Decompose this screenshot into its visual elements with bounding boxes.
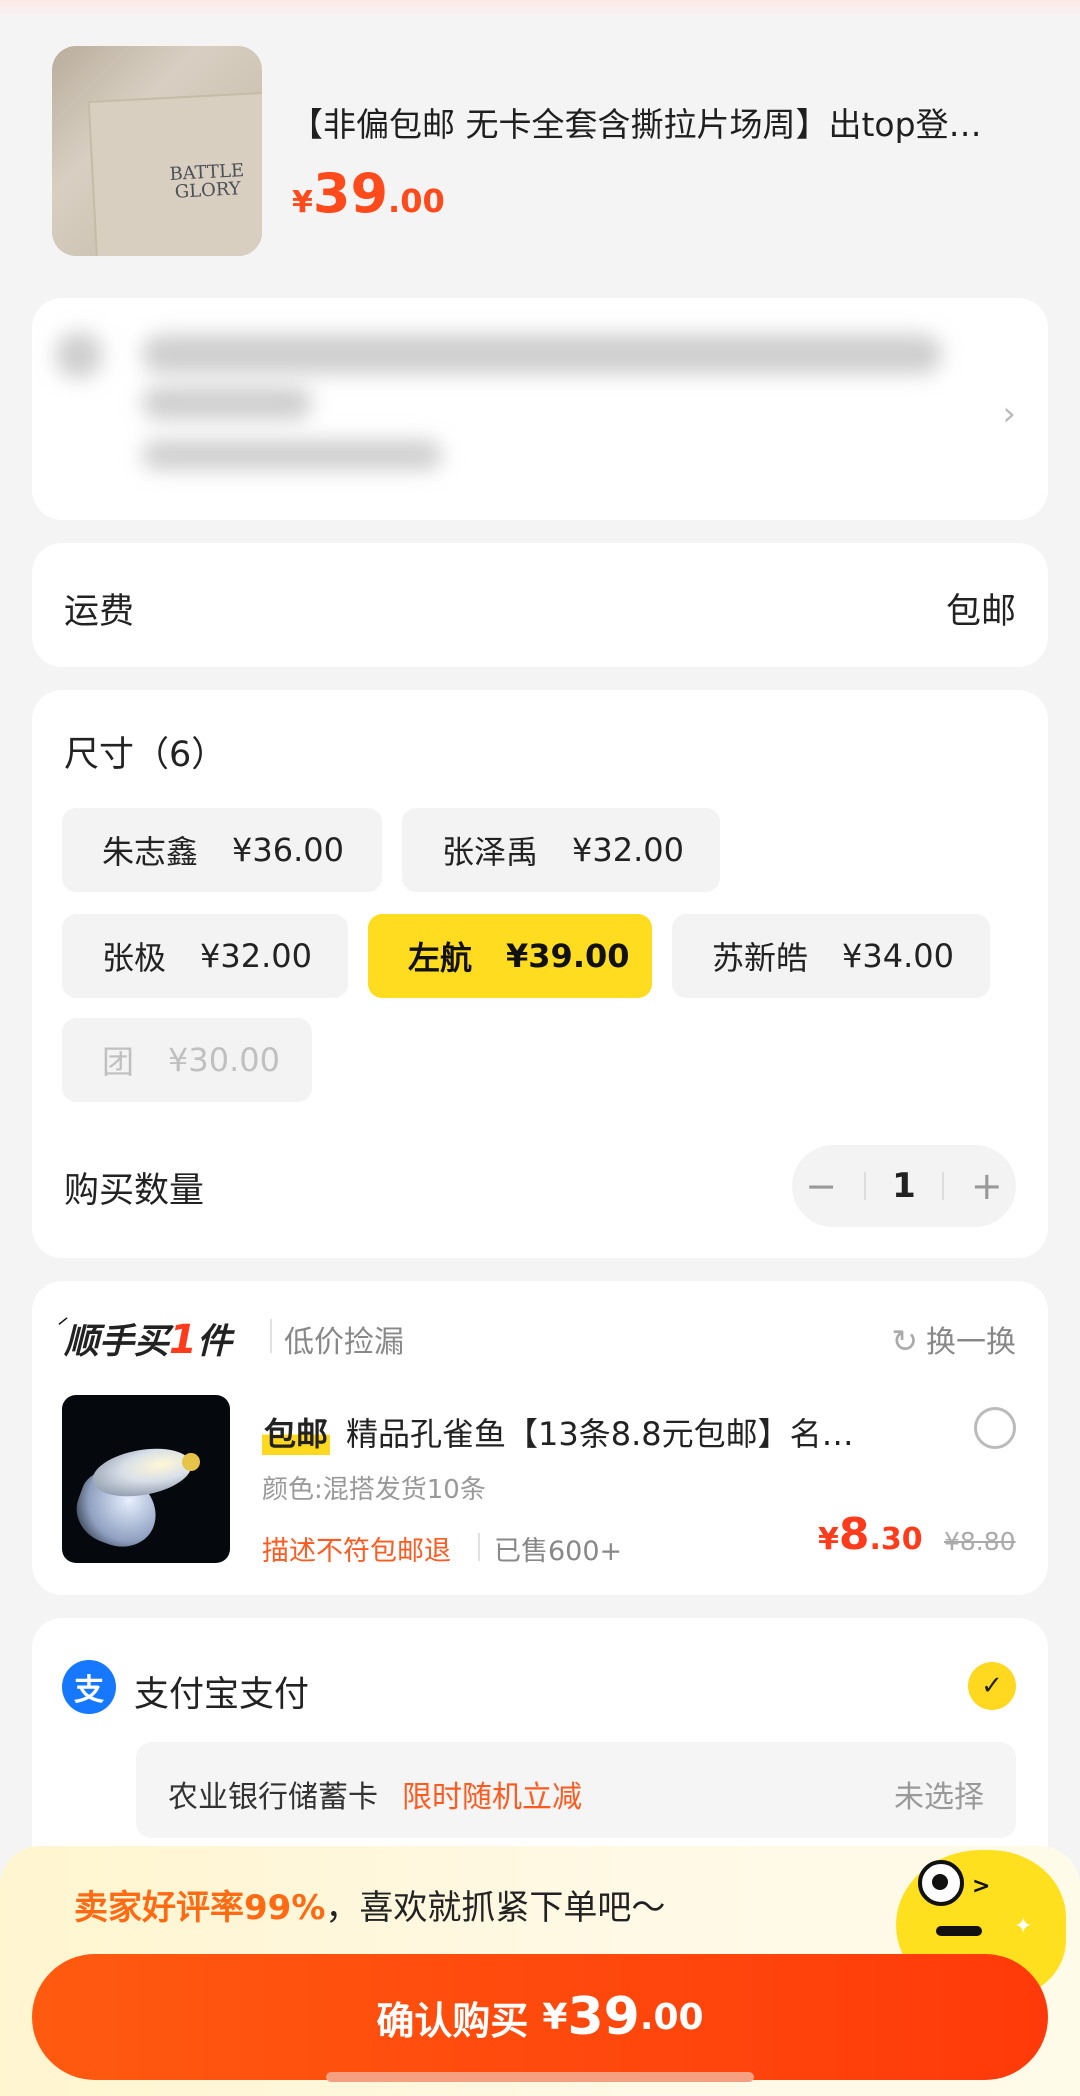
size-option-zhangzeyu[interactable]: 张泽禹 ¥32.00	[402, 808, 720, 892]
contact-blurred	[142, 440, 442, 470]
confirm-label: 确认购买	[376, 1998, 529, 2043]
size-option-price: ¥32.00	[200, 937, 312, 975]
location-icon-blurred	[56, 332, 102, 378]
quantity-value[interactable]: 1	[892, 1166, 916, 1206]
promo-highlight: 卖家好评率99%	[74, 1888, 326, 1928]
free-shipping-badge: 包邮	[262, 1409, 331, 1455]
shipping-row: 运费 包邮	[32, 543, 1048, 667]
product-image: BATTLE GLORY	[52, 46, 262, 256]
bank-card-promo: 限时随机立减	[402, 1780, 582, 1815]
refresh-icon: ↻	[891, 1322, 918, 1360]
address-line2-blurred	[142, 386, 312, 420]
addon-product-spec: 颜色:混搭发货10条	[262, 1475, 486, 1505]
payment-card: 支 支付宝支付 ✓ 农业银行储蓄卡 限时随机立减 未选择	[32, 1618, 1048, 1878]
mascot-mouth	[936, 1926, 982, 1936]
confirm-purchase-button[interactable]: 确认购买 ¥39.00	[32, 1954, 1048, 2080]
shipping-value: 包邮	[945, 592, 1016, 632]
size-option-name: 张泽禹	[442, 833, 539, 871]
sparkle-icon: ✦	[1014, 1914, 1033, 1939]
swap-label: 换一换	[926, 1325, 1016, 1360]
stepper-divider	[942, 1172, 945, 1200]
alipay-icon: 支	[62, 1660, 116, 1714]
confirm-currency: ¥	[542, 1996, 568, 2038]
plus-button[interactable]: +	[971, 1164, 1003, 1208]
stepper-divider	[863, 1172, 866, 1200]
size-option-name: 苏新皓	[712, 939, 809, 977]
addon-title: ⸝ 顺手买1件	[58, 1307, 232, 1364]
size-option-suxinhao[interactable]: 苏新皓 ¥34.00	[672, 914, 990, 998]
divider	[270, 1319, 272, 1353]
size-option-price: ¥34.00	[842, 937, 954, 975]
size-header: 尺寸（6）	[64, 735, 227, 775]
payment-method-label[interactable]: 支付宝支付	[134, 1666, 309, 1717]
size-option-price: ¥30.00	[168, 1041, 280, 1079]
addon-price-currency: ¥	[818, 1522, 839, 1557]
checkmark-icon[interactable]: ✓	[968, 1662, 1016, 1710]
size-option-price: ¥32.00	[572, 831, 684, 869]
bank-card-status: 未选择	[894, 1780, 984, 1815]
confirm-price-decimal: .00	[639, 1996, 704, 2038]
divider	[478, 1533, 480, 1561]
product-price-currency: ¥	[292, 185, 313, 220]
top-status-strip	[0, 0, 1080, 18]
bank-card-row[interactable]: 农业银行储蓄卡 限时随机立减 未选择	[136, 1742, 1016, 1838]
size-option-zuohang[interactable]: 左航 ¥39.00	[368, 914, 652, 998]
quantity-label: 购买数量	[64, 1171, 205, 1211]
addon-old-price: ¥8.80	[944, 1527, 1016, 1556]
size-option-name: 左航	[408, 939, 473, 977]
addon-title-pre: 顺手买	[64, 1322, 170, 1362]
size-option-price: ¥36.00	[232, 831, 344, 869]
product-header: BATTLE GLORY 【非偏包邮 无卡全套含撕拉片场周】出top登… ¥39.…	[52, 46, 1052, 258]
size-option-price: ¥39.00	[506, 937, 630, 975]
promo-text: 卖家好评率99%，喜欢就抓紧下单吧～	[74, 1880, 665, 1929]
size-option-name: 朱志鑫	[102, 833, 199, 871]
addon-price: ¥8.30	[818, 1509, 923, 1560]
size-option-zhangji[interactable]: 张极 ¥32.00	[62, 914, 348, 998]
bank-card-name: 农业银行储蓄卡	[168, 1780, 378, 1815]
addon-title-post: 件	[196, 1322, 232, 1362]
minus-button[interactable]: −	[805, 1164, 837, 1208]
product-image-logo: BATTLE GLORY	[169, 160, 245, 203]
product-title: 【非偏包邮 无卡全套含撕拉片场周】出top登…	[290, 105, 982, 144]
addon-guarantee-tag: 描述不符包邮退	[262, 1536, 451, 1567]
confirm-price-integer: 39	[567, 1987, 640, 2047]
addon-subtitle: 低价捡漏	[284, 1325, 404, 1360]
sparkle-icon: ⸝	[58, 1307, 67, 1328]
addon-select-radio[interactable]	[974, 1407, 1016, 1449]
size-option-zhuzhixin[interactable]: 朱志鑫 ¥36.00	[62, 808, 382, 892]
fish-head-shape	[182, 1453, 200, 1471]
quantity-stepper: − 1 +	[792, 1145, 1016, 1227]
addon-product-image[interactable]	[62, 1395, 230, 1563]
address-card[interactable]: ›	[32, 298, 1048, 520]
chevron-right-icon: ›	[1002, 394, 1016, 434]
swap-button[interactable]: ↻ 换一换	[891, 1317, 1016, 1361]
addon-price-integer: 8	[838, 1509, 870, 1560]
addon-sold-count: 已售600+	[494, 1536, 623, 1567]
size-selector-card: 尺寸（6） 朱志鑫 ¥36.00 张泽禹 ¥32.00 张极 ¥32.00 左航…	[32, 690, 1048, 1258]
product-price-integer: 39	[312, 162, 389, 225]
addon-price-decimal: .30	[869, 1522, 923, 1557]
home-indicator	[326, 2072, 754, 2082]
size-option-tuan: 团 ¥30.00	[62, 1018, 312, 1102]
address-line-blurred	[142, 334, 942, 374]
mascot-wink: >	[972, 1874, 991, 1899]
product-price: ¥39.00	[292, 162, 445, 225]
promo-message: ，喜欢就抓紧下单吧～	[325, 1888, 666, 1928]
size-option-name: 团	[102, 1043, 135, 1081]
addon-title-num: 1	[169, 1317, 197, 1363]
shipping-label: 运费	[64, 592, 135, 632]
size-option-name: 张极	[102, 939, 167, 977]
addon-product-name[interactable]: 精品孔雀鱼【13条8.8元包邮】名…	[346, 1409, 936, 1455]
mascot-eye	[918, 1860, 964, 1906]
product-price-decimal: .00	[388, 182, 445, 220]
addon-card: ⸝ 顺手买1件 低价捡漏 ↻ 换一换 包邮 精品孔雀鱼【13条8.8元包邮】名… …	[32, 1281, 1048, 1595]
